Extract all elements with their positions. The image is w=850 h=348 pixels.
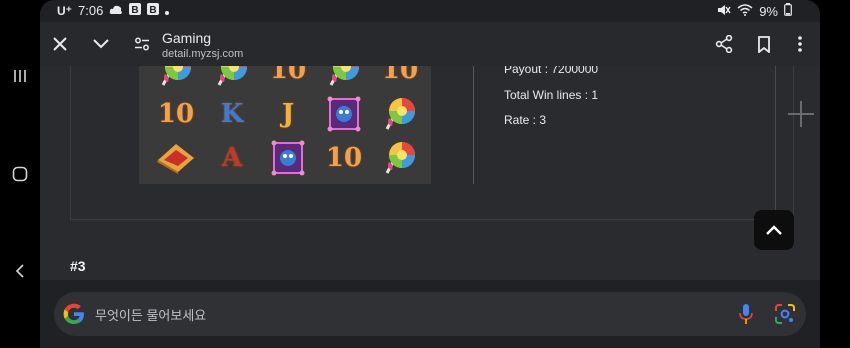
page-content: 10 10 10 K J A 10 Payout : 7200000 Total Win l…: [40, 66, 820, 280]
google-search-bar[interactable]: 무엇이든 물어보세요: [54, 292, 806, 336]
lollipop-icon: [154, 66, 198, 88]
status-time: 7:06: [78, 3, 104, 18]
payout-text: Payout : 7200000: [504, 66, 599, 76]
symbol-10: 10: [378, 66, 422, 88]
symbol-k: K: [210, 96, 254, 132]
symbol-label: J: [281, 99, 295, 129]
microphone-icon[interactable]: [736, 303, 756, 325]
cloud-icon: [109, 3, 123, 18]
home-icon[interactable]: [6, 160, 34, 188]
gem-box-icon: [266, 140, 310, 176]
symbol-label: A: [221, 143, 243, 173]
gem-box-icon: [322, 96, 366, 132]
symbol-label: K: [220, 99, 244, 129]
lollipop-icon: [210, 66, 254, 88]
svg-text:B: B: [150, 5, 157, 15]
divider: [473, 66, 474, 184]
symbol-label: 10: [381, 66, 419, 85]
custom-tab-toolbar: Gaming detail.myzsj.com: [40, 22, 820, 66]
plus-icon[interactable]: [787, 100, 815, 128]
symbol-label: 10: [325, 143, 363, 173]
symbol-10: 10: [154, 96, 198, 132]
slot-reel-grid: 10 10 10 K J A 10: [139, 66, 431, 184]
bookmark-icon[interactable]: [752, 32, 776, 56]
lollipop-icon: [378, 96, 422, 132]
b-badge-icon: B: [129, 3, 142, 18]
chevron-down-icon[interactable]: [89, 32, 113, 56]
page-url: detail.myzsj.com: [162, 48, 244, 60]
wifi-icon: [737, 3, 753, 19]
symbol-10: 10: [266, 66, 310, 88]
browser-screen: U⁺ 7:06 B B 9% Gaming detail.myzsj.com 1…: [40, 0, 820, 348]
google-lens-icon[interactable]: [774, 303, 796, 325]
symbol-label: 10: [157, 99, 195, 129]
google-logo-icon: [62, 302, 86, 326]
carrier-icon: U⁺: [57, 3, 72, 18]
symbol-a: A: [210, 140, 254, 176]
device-screen: U⁺ 7:06 B B 9% Gaming detail.myzsj.com 1…: [0, 0, 850, 348]
lollipop-icon: [322, 66, 366, 88]
symbol-10: 10: [322, 140, 366, 176]
lollipop-icon: [378, 140, 422, 176]
symbol-j: J: [266, 96, 310, 132]
system-nav-rail: [0, 0, 40, 348]
back-icon[interactable]: [6, 257, 34, 285]
close-icon[interactable]: [48, 32, 72, 56]
divider: [775, 66, 776, 210]
symbol-label: 10: [269, 66, 307, 85]
svg-text:B: B: [132, 5, 139, 15]
rate-text: Rate : 3: [504, 113, 547, 127]
share-icon[interactable]: [712, 32, 736, 56]
dot-icon: [165, 3, 170, 18]
b-badge-icon: B: [147, 3, 160, 18]
page-info-icon[interactable]: [130, 32, 154, 56]
more-options-icon[interactable]: [788, 32, 812, 56]
recent-apps-icon[interactable]: [6, 62, 34, 90]
search-input[interactable]: 무엇이든 물어보세요: [95, 305, 206, 324]
total-win-lines-text: Total Win lines : 1: [504, 88, 599, 102]
battery-icon: [784, 3, 792, 19]
mute-icon: [717, 4, 731, 19]
chevron-up-icon: [766, 225, 782, 235]
battery-level: 9%: [759, 3, 778, 19]
scroll-to-top-button[interactable]: [754, 210, 794, 250]
result-card: 10 10 10 K J A 10 Payout : 7200000 Total Win l…: [70, 66, 814, 220]
page-title: Gaming: [162, 30, 212, 46]
status-bar: U⁺ 7:06 B B 9%: [40, 0, 820, 22]
section-heading: #3: [70, 258, 86, 274]
candy-bar-icon: [154, 140, 198, 176]
